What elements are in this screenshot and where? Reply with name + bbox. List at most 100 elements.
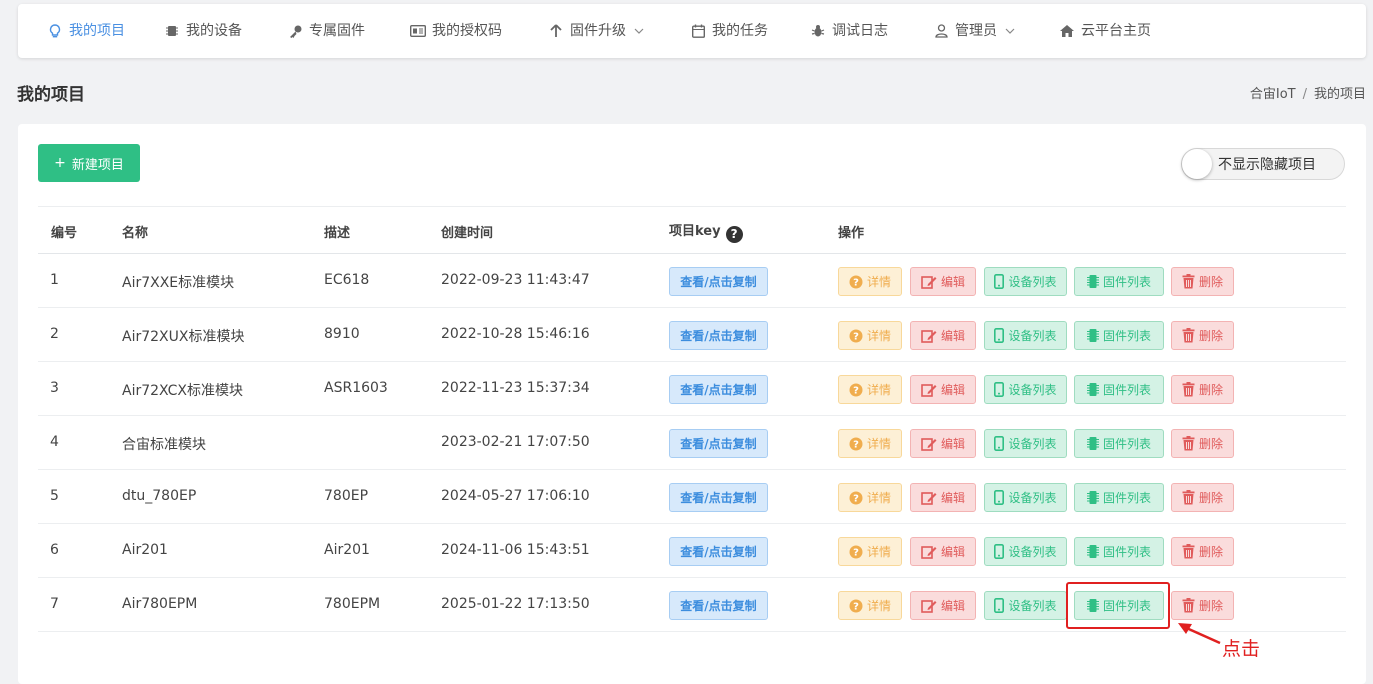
delete-button[interactable]: 删除 (1171, 375, 1234, 404)
detail-button[interactable]: ? 详情 (838, 591, 902, 620)
cell-name: Air72XCX标准模块 (122, 383, 243, 399)
delete-button-label: 删除 (1198, 491, 1223, 505)
nav-label: 云平台主页 (1081, 23, 1151, 39)
cell-desc: 780EP (324, 488, 369, 504)
annotation-arrow-icon (1178, 623, 1221, 645)
device-list-button[interactable]: 设备列表 (984, 267, 1067, 296)
detail-button[interactable]: ? 详情 (838, 267, 902, 296)
delete-button[interactable]: 删除 (1171, 321, 1234, 350)
detail-button[interactable]: ? 详情 (838, 375, 902, 404)
firmware-list-button[interactable]: 固件列表 (1074, 429, 1164, 458)
cell-name: Air201 (122, 542, 168, 558)
delete-button-label: 删除 (1198, 275, 1223, 289)
edit-icon (921, 437, 937, 451)
edit-button-label: 编辑 (940, 437, 965, 451)
firmware-list-button[interactable]: 固件列表 (1074, 375, 1164, 404)
device-list-button[interactable]: 设备列表 (984, 375, 1067, 404)
device-list-button[interactable]: 设备列表 (984, 537, 1067, 566)
edit-button[interactable]: 编辑 (910, 429, 976, 458)
view-copy-key-button[interactable]: 查看/点击复制 (669, 321, 768, 350)
view-copy-key-button[interactable]: 查看/点击复制 (669, 483, 768, 512)
new-project-button[interactable]: + 新建项目 (38, 144, 140, 182)
view-copy-key-button[interactable]: 查看/点击复制 (669, 429, 768, 458)
question-circle-icon: ? (849, 275, 863, 289)
edit-button[interactable]: 编辑 (910, 375, 976, 404)
view-copy-key-button[interactable]: 查看/点击复制 (669, 267, 768, 296)
edit-button[interactable]: 编辑 (910, 591, 976, 620)
delete-button[interactable]: 删除 (1171, 267, 1234, 296)
mobile-icon (994, 436, 1005, 451)
nav-item-exclusive-firmware[interactable]: 专属固件 (287, 4, 365, 58)
nav-item-my-projects[interactable]: 我的项目 (47, 4, 125, 58)
device-list-button[interactable]: 设备列表 (984, 429, 1067, 458)
view-copy-key-button[interactable]: 查看/点击复制 (669, 375, 768, 404)
device-list-button[interactable]: 设备列表 (984, 591, 1067, 620)
breadcrumb-separator: / (1302, 87, 1307, 102)
cell-created: 2022-10-28 15:46:16 (441, 326, 590, 342)
breadcrumb-home[interactable]: 合宙IoT (1250, 87, 1296, 102)
cell-name: Air72XUX标准模块 (122, 329, 245, 345)
firmware-list-button[interactable]: 固件列表 (1074, 483, 1164, 512)
view-copy-key-button[interactable]: 查看/点击复制 (669, 591, 768, 620)
nav-item-cloud-home[interactable]: 云平台主页 (1059, 4, 1151, 58)
detail-button[interactable]: ? 详情 (838, 537, 902, 566)
nav-label: 调试日志 (832, 23, 888, 39)
user-icon (933, 23, 949, 39)
cell-id: 2 (50, 326, 59, 342)
edit-button[interactable]: 编辑 (910, 267, 976, 296)
device-list-button-label: 设备列表 (1008, 437, 1057, 451)
edit-icon (921, 329, 937, 343)
bug-icon (810, 23, 826, 39)
cell-id: 1 (50, 272, 59, 288)
nav-item-my-auth-codes[interactable]: 我的授权码 (410, 4, 502, 58)
delete-button[interactable]: 删除 (1171, 429, 1234, 458)
new-project-label: 新建项目 (71, 157, 124, 173)
nav-item-debug-log[interactable]: 调试日志 (810, 4, 888, 58)
device-list-button-label: 设备列表 (1008, 275, 1057, 289)
nav-label: 我的设备 (186, 23, 242, 39)
chip-icon (1086, 274, 1099, 289)
nav-item-admin[interactable]: 管理员 (933, 4, 1015, 58)
delete-button[interactable]: 删除 (1171, 591, 1234, 620)
header-id: 编号 (51, 226, 78, 241)
nav-label: 我的任务 (712, 23, 768, 39)
firmware-list-button[interactable]: 固件列表 (1074, 321, 1164, 350)
delete-button[interactable]: 删除 (1171, 537, 1234, 566)
firmware-list-button-label: 固件列表 (1102, 491, 1151, 505)
delete-button[interactable]: 删除 (1171, 483, 1234, 512)
header-key: 项目key? (669, 220, 743, 243)
detail-button-label: 详情 (866, 329, 891, 343)
cell-id: 7 (50, 596, 59, 612)
nav-item-firmware-upgrade[interactable]: 固件升级 (548, 4, 644, 58)
question-circle-icon[interactable]: ? (725, 225, 743, 243)
chip-icon (1086, 436, 1099, 451)
device-list-button[interactable]: 设备列表 (984, 483, 1067, 512)
svg-text:?: ? (853, 277, 859, 288)
view-copy-key-button[interactable]: 查看/点击复制 (669, 537, 768, 566)
edit-button[interactable]: 编辑 (910, 483, 976, 512)
mobile-icon (994, 274, 1005, 289)
cell-name: 合宙标准模块 (122, 437, 206, 453)
detail-button[interactable]: ? 详情 (838, 321, 902, 350)
nav-label: 我的项目 (69, 23, 125, 39)
nav-item-my-tasks[interactable]: 我的任务 (690, 4, 768, 58)
edit-button[interactable]: 编辑 (910, 537, 976, 566)
cell-name: Air780EPM (122, 596, 198, 612)
detail-button[interactable]: ? 详情 (838, 429, 902, 458)
question-circle-icon: ? (849, 491, 863, 505)
detail-button[interactable]: ? 详情 (838, 483, 902, 512)
edit-icon (921, 491, 937, 505)
firmware-list-button[interactable]: 固件列表 (1074, 537, 1164, 566)
cell-id: 3 (50, 380, 59, 396)
breadcrumb-current: 我的项目 (1313, 87, 1366, 102)
toggle-label: 不显示隐藏项目 (1218, 157, 1316, 173)
nav-item-my-devices[interactable]: 我的设备 (164, 4, 242, 58)
firmware-list-button[interactable]: 固件列表 (1074, 267, 1164, 296)
edit-button[interactable]: 编辑 (910, 321, 976, 350)
detail-button-label: 详情 (866, 599, 891, 613)
firmware-list-button-label: 固件列表 (1102, 383, 1151, 397)
delete-button-label: 删除 (1198, 599, 1223, 613)
device-list-button[interactable]: 设备列表 (984, 321, 1067, 350)
edit-icon (921, 383, 937, 397)
hide-hidden-projects-toggle[interactable]: 不显示隐藏项目 (1181, 148, 1345, 180)
